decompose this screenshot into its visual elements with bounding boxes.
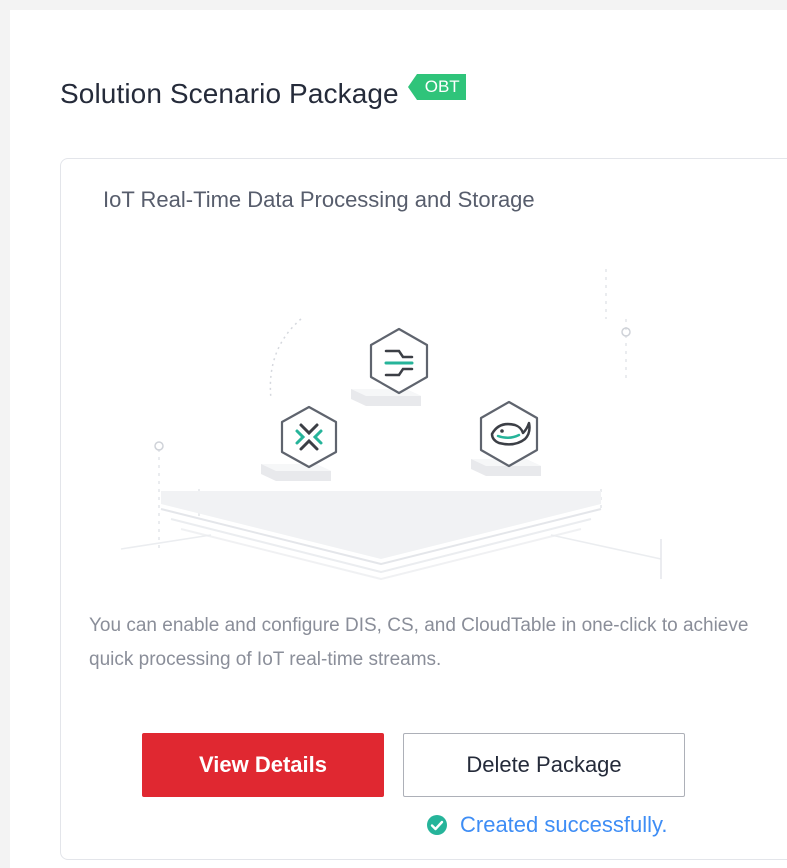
solution-package-card: IoT Real-Time Data Processing and Storag… [60,158,787,860]
card-description: You can enable and configure DIS, CS, an… [89,615,749,670]
package-illustration [120,269,662,580]
dis-stream-icon [280,405,338,469]
top-divider [0,0,787,10]
page: Solution Scenario Package OBT IoT Real-T… [0,0,787,868]
creation-status: Created successfully. [426,812,667,838]
cloudtable-icon [479,400,539,468]
delete-package-button[interactable]: Delete Package [403,733,685,797]
view-details-button[interactable]: View Details [142,733,384,797]
section-title: Solution Scenario Package [60,78,399,109]
check-circle-icon [427,815,447,835]
obt-badge: OBT [407,74,466,100]
card-title: IoT Real-Time Data Processing and Storag… [103,187,535,212]
section-header: Solution Scenario Package OBT [60,74,466,110]
cs-compute-icon [369,327,429,395]
left-divider [0,0,10,868]
status-text: Created successfully. [460,812,668,837]
